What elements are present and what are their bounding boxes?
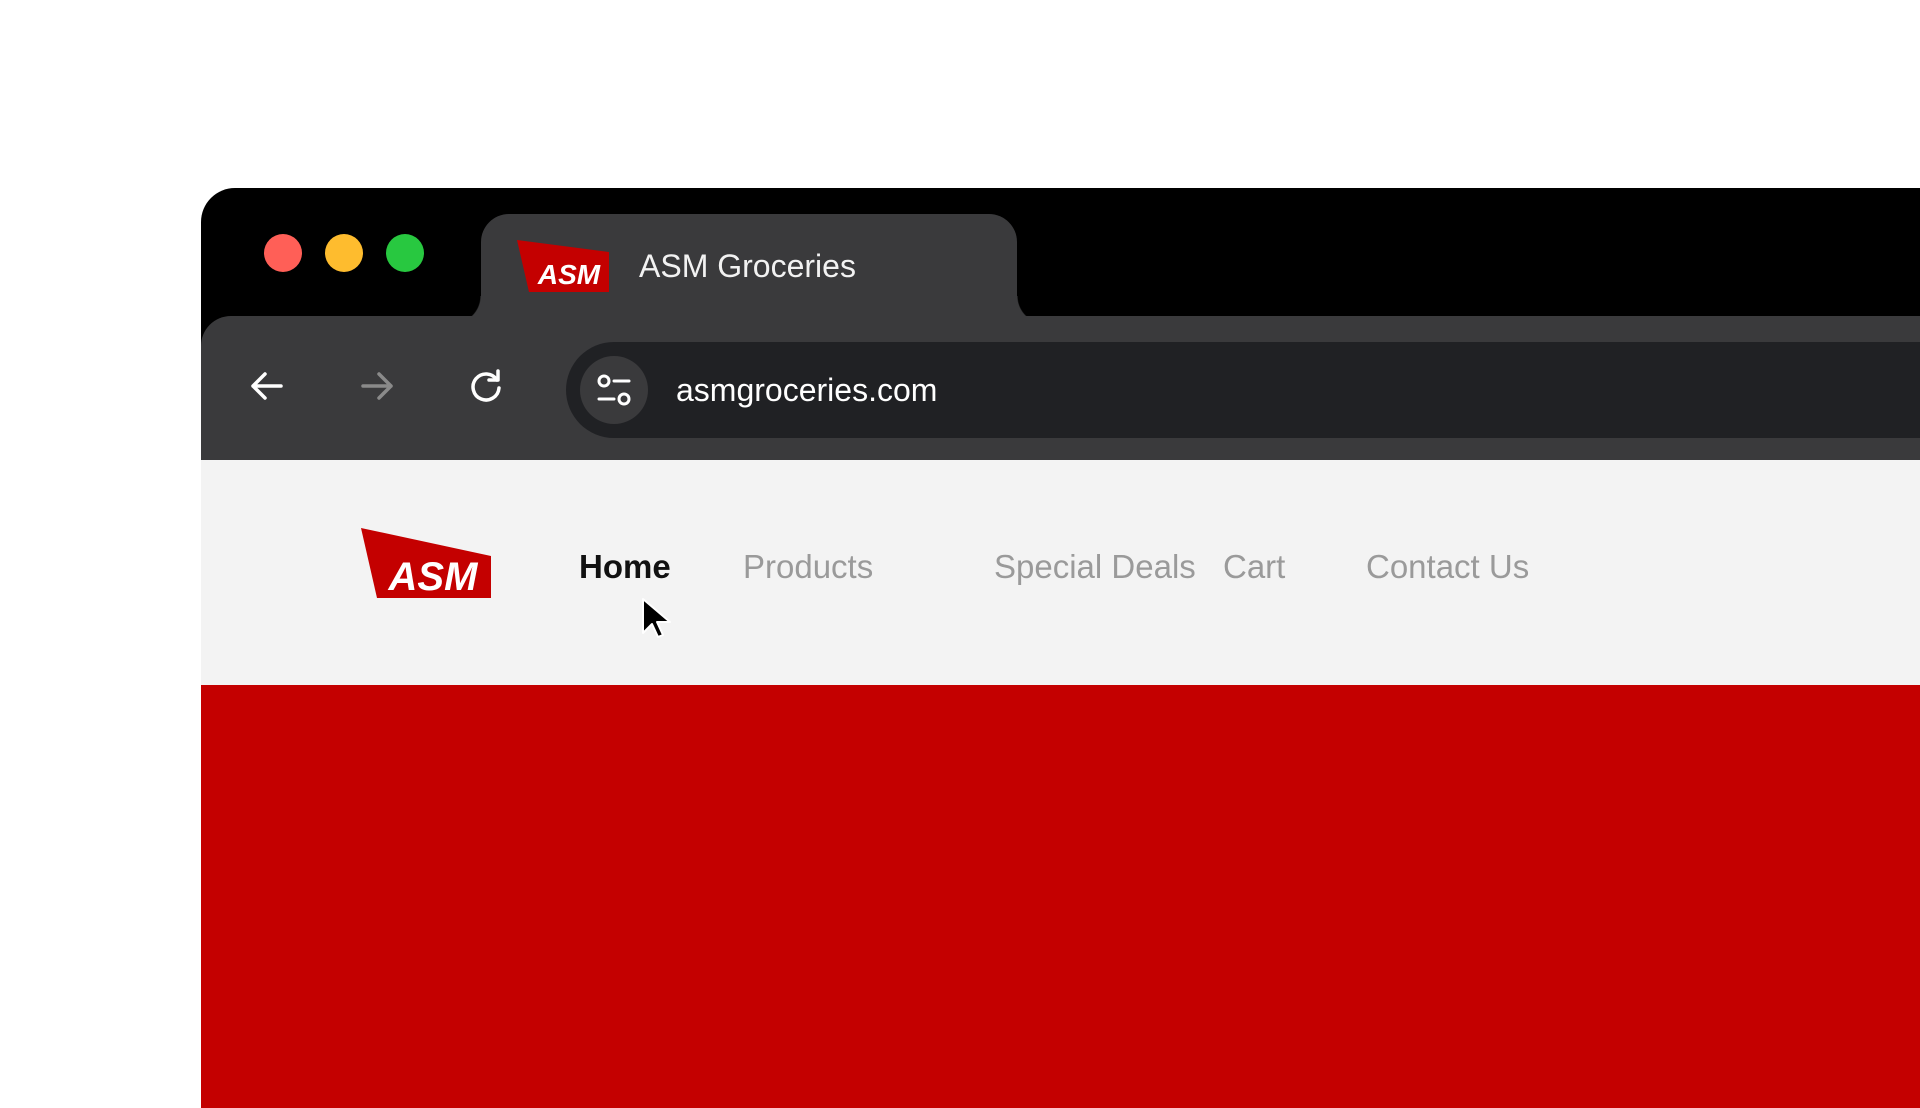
web-page: ASM Home Products Special Deals Cart Con… bbox=[201, 460, 1920, 1108]
hero-banner bbox=[201, 685, 1920, 1108]
arrow-left-icon bbox=[251, 372, 283, 400]
mouse-cursor-icon bbox=[642, 598, 671, 638]
back-button[interactable] bbox=[237, 356, 297, 416]
reload-icon bbox=[471, 369, 501, 402]
browser-window: ASM ASM Groceries asmgroceries.com ASM H… bbox=[201, 188, 1920, 1108]
nav-link-contact-us[interactable]: Contact Us bbox=[1366, 548, 1529, 586]
forward-button[interactable] bbox=[347, 356, 407, 416]
reload-button[interactable] bbox=[456, 356, 516, 416]
nav-link-special-deals[interactable]: Special Deals bbox=[994, 548, 1196, 586]
maximize-window-button[interactable] bbox=[386, 234, 424, 272]
browser-toolbar: asmgroceries.com bbox=[201, 316, 1920, 460]
nav-link-products[interactable]: Products bbox=[743, 548, 873, 586]
tab-title: ASM Groceries bbox=[639, 248, 856, 284]
tab-favicon-logo: ASM bbox=[517, 240, 609, 292]
browser-tab[interactable]: ASM ASM Groceries bbox=[453, 214, 1045, 324]
address-bar[interactable]: asmgroceries.com bbox=[566, 342, 1920, 438]
site-logo-text: ASM bbox=[388, 555, 480, 599]
nav-link-cart[interactable]: Cart bbox=[1223, 548, 1285, 586]
tune-icon bbox=[597, 374, 631, 406]
site-header: ASM Home Products Special Deals Cart Con… bbox=[201, 460, 1920, 685]
minimize-window-button[interactable] bbox=[325, 234, 363, 272]
url-text[interactable]: asmgroceries.com bbox=[676, 372, 937, 409]
nav-link-home[interactable]: Home bbox=[579, 548, 671, 586]
site-info-button[interactable] bbox=[580, 356, 648, 424]
close-window-button[interactable] bbox=[264, 234, 302, 272]
tab-logo-text: ASM bbox=[537, 259, 601, 290]
site-logo[interactable]: ASM bbox=[359, 526, 493, 602]
arrow-right-icon bbox=[361, 372, 393, 400]
